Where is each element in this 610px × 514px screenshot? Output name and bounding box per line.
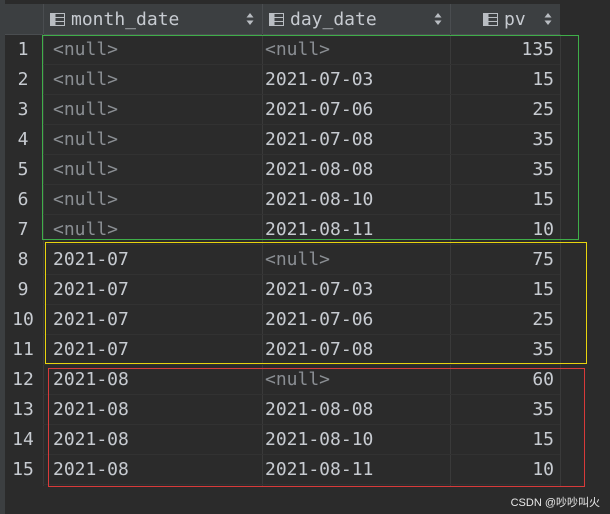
row-number[interactable]: 7 (5, 215, 41, 245)
column-divider (560, 34, 561, 486)
row-number[interactable]: 4 (5, 125, 41, 155)
cell-pv[interactable]: 60 (532, 365, 554, 395)
cell-day-date[interactable]: 2021-08-10 (265, 425, 373, 455)
cell-pv[interactable]: 75 (532, 245, 554, 275)
row-number[interactable]: 13 (5, 395, 41, 425)
row-number[interactable]: 14 (5, 425, 41, 455)
sort-icon[interactable] (544, 12, 552, 26)
table-column-icon (483, 12, 498, 26)
cell-day-date[interactable]: 2021-08-10 (265, 185, 373, 215)
cell-day-date[interactable]: 2021-08-08 (265, 155, 373, 185)
table-row[interactable]: <null> 2021-08-10 15 (43, 185, 560, 215)
cell-pv[interactable]: 15 (532, 425, 554, 455)
sort-icon[interactable] (434, 12, 442, 26)
cell-month-date[interactable]: <null> (53, 95, 118, 125)
cell-day-date[interactable]: 2021-07-06 (265, 95, 373, 125)
cell-month-date[interactable]: <null> (53, 215, 118, 245)
cell-pv[interactable]: 35 (532, 155, 554, 185)
cell-month-date[interactable]: <null> (53, 155, 118, 185)
row-number[interactable]: 5 (5, 155, 41, 185)
cell-pv[interactable]: 10 (532, 215, 554, 245)
cell-day-date[interactable]: 2021-08-11 (265, 455, 373, 485)
table-row[interactable]: 2021-07 2021-07-03 15 (43, 275, 560, 305)
row-number[interactable]: 11 (5, 335, 41, 365)
cell-pv[interactable]: 35 (532, 395, 554, 425)
cell-pv[interactable]: 10 (532, 455, 554, 485)
cell-month-date[interactable]: <null> (53, 65, 118, 95)
table-row[interactable]: <null> <null> 135 (43, 35, 560, 65)
row-number[interactable]: 8 (5, 245, 41, 275)
table-row[interactable]: <null> 2021-07-08 35 (43, 125, 560, 155)
cell-month-date[interactable]: 2021-08 (53, 395, 129, 425)
table-row[interactable]: 2021-07 2021-07-08 35 (43, 335, 560, 365)
cell-month-date[interactable]: 2021-07 (53, 305, 129, 335)
table-column-icon (50, 12, 65, 26)
table-column-icon (269, 12, 284, 26)
cell-pv[interactable]: 35 (532, 335, 554, 365)
table-row[interactable]: 2021-07 <null> 75 (43, 245, 560, 275)
cell-month-date[interactable]: 2021-08 (53, 455, 129, 485)
cell-month-date[interactable]: <null> (53, 35, 118, 65)
column-header-label: pv (504, 8, 526, 30)
table-row[interactable]: 2021-08 <null> 60 (43, 365, 560, 395)
result-grid: month_date day_date pv 1 <null> <null> 1… (0, 0, 610, 514)
column-header-label: day_date (290, 8, 377, 30)
cell-month-date[interactable]: <null> (53, 125, 118, 155)
table-row[interactable]: <null> 2021-08-08 35 (43, 155, 560, 185)
cell-day-date[interactable]: <null> (265, 365, 330, 395)
cell-day-date[interactable]: <null> (265, 35, 330, 65)
table-row[interactable]: <null> 2021-08-11 10 (43, 215, 560, 245)
cell-day-date[interactable]: 2021-07-08 (265, 335, 373, 365)
column-header-pv[interactable]: pv (450, 4, 560, 34)
cell-day-date[interactable]: <null> (265, 245, 330, 275)
table-row[interactable]: <null> 2021-07-03 15 (43, 65, 560, 95)
cell-pv[interactable]: 15 (532, 185, 554, 215)
watermark: CSDN @吵吵叫火 (510, 497, 600, 509)
cell-month-date[interactable]: 2021-08 (53, 365, 129, 395)
cell-day-date[interactable]: 2021-08-08 (265, 395, 373, 425)
cell-day-date[interactable]: 2021-07-03 (265, 275, 373, 305)
row-number[interactable]: 9 (5, 275, 41, 305)
cell-day-date[interactable]: 2021-07-08 (265, 125, 373, 155)
table-row[interactable]: <null> 2021-07-06 25 (43, 95, 560, 125)
column-header-row: month_date day_date pv (5, 4, 560, 35)
cell-month-date[interactable]: 2021-07 (53, 335, 129, 365)
cell-month-date[interactable]: 2021-08 (53, 425, 129, 455)
row-number[interactable]: 6 (5, 185, 41, 215)
column-header-label: month_date (71, 8, 180, 30)
cell-day-date[interactable]: 2021-07-06 (265, 305, 373, 335)
row-number[interactable]: 15 (5, 455, 41, 485)
column-header-month-date[interactable]: month_date (43, 4, 262, 34)
column-header-day-date[interactable]: day_date (262, 4, 450, 34)
row-number[interactable]: 12 (5, 365, 41, 395)
table-row[interactable]: 2021-08 2021-08-10 15 (43, 425, 560, 455)
table-row[interactable]: 2021-08 2021-08-08 35 (43, 395, 560, 425)
sort-icon[interactable] (246, 12, 254, 26)
cell-month-date[interactable]: 2021-07 (53, 275, 129, 305)
row-number[interactable]: 10 (5, 305, 41, 335)
cell-day-date[interactable]: 2021-07-03 (265, 65, 373, 95)
cell-pv[interactable]: 135 (521, 35, 554, 65)
row-number[interactable]: 2 (5, 65, 41, 95)
table-row[interactable]: 2021-08 2021-08-11 10 (43, 455, 560, 485)
cell-pv[interactable]: 25 (532, 95, 554, 125)
cell-month-date[interactable]: 2021-07 (53, 245, 129, 275)
cell-pv[interactable]: 25 (532, 305, 554, 335)
row-number[interactable]: 1 (5, 35, 41, 65)
cell-pv[interactable]: 15 (532, 275, 554, 305)
table-row[interactable]: 2021-07 2021-07-06 25 (43, 305, 560, 335)
cell-day-date[interactable]: 2021-08-11 (265, 215, 373, 245)
cell-pv[interactable]: 35 (532, 125, 554, 155)
row-number[interactable]: 3 (5, 95, 41, 125)
cell-pv[interactable]: 15 (532, 65, 554, 95)
cell-month-date[interactable]: <null> (53, 185, 118, 215)
